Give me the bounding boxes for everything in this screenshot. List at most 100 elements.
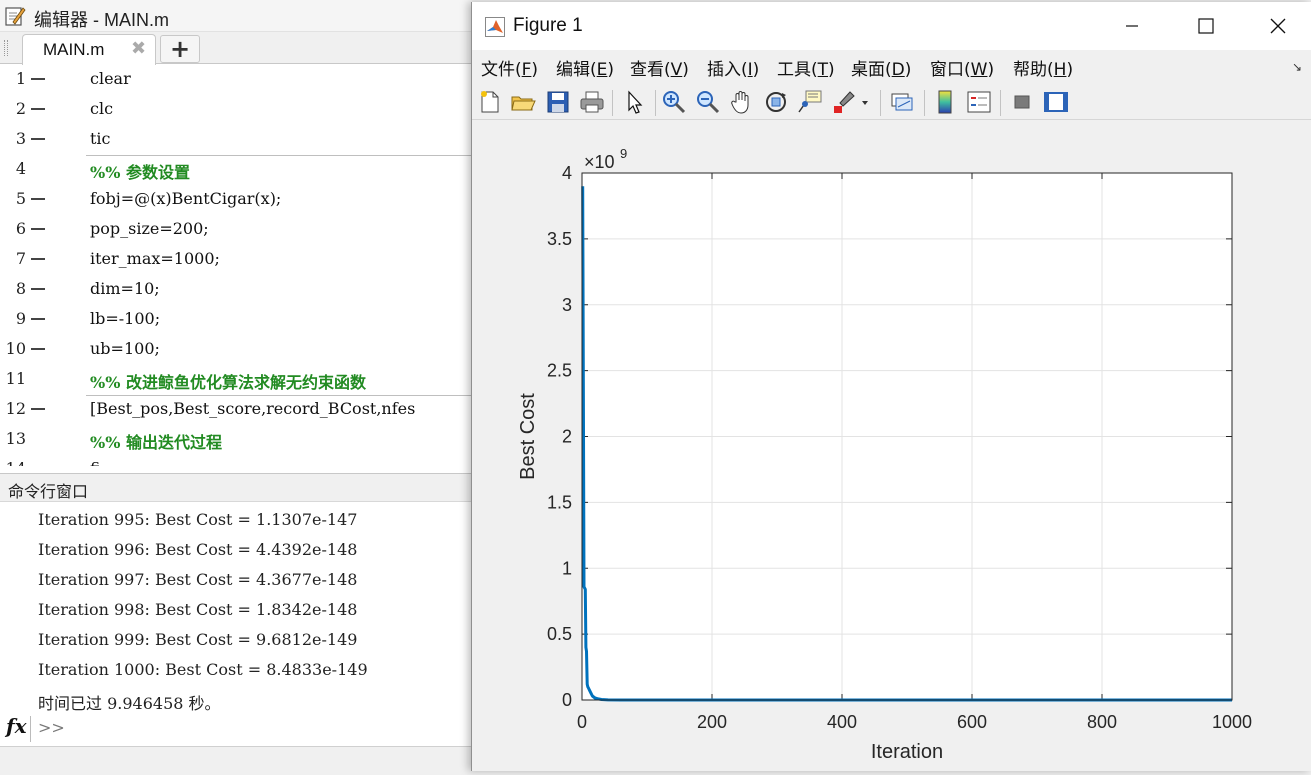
data-cursor-icon[interactable] [796, 88, 824, 116]
close-icon[interactable] [1255, 10, 1301, 42]
link-plot-icon[interactable] [888, 88, 916, 116]
x-tick-label: 600 [957, 712, 987, 732]
y-tick-label: 2 [562, 427, 572, 447]
print-icon[interactable] [578, 88, 606, 116]
menu-item[interactable]: 桌面(D) [851, 55, 911, 80]
hide-plot-tools-icon[interactable] [1008, 88, 1036, 116]
dock-arrow-icon[interactable]: ↘ [1292, 60, 1302, 74]
menu-label-tail: ) [1066, 60, 1074, 80]
menu-accelerator: D [891, 60, 905, 80]
menu-label-tail: ) [828, 60, 835, 80]
code-line[interactable]: 5 fobj=@(x)BentCigar(x); [0, 185, 472, 215]
menu-item[interactable]: 编辑(E) [556, 55, 614, 80]
code-line[interactable]: 7 iter_max=1000; [0, 245, 472, 275]
figure-menubar: ↘ 文件(F) 编辑(E) 查看(V) 插入(I) 工具(T) 桌面(D) 窗口(W) 帮助(… [472, 50, 1311, 82]
line-number: 10 [5, 339, 26, 358]
y-tick-label: 4 [562, 163, 572, 183]
rotate-3d-icon[interactable] [762, 88, 790, 116]
code-editor[interactable]: 1 clear 2 clc 3 tic 4 %% 参数设置 5 fobj=@(x)BentCiga… [0, 65, 472, 466]
code-line[interactable]: 10 ub=100; [0, 335, 472, 365]
figure-canvas[interactable]: 0 200 400 600 800 1000 0 0.5 1 1.5 2 2.5 3 3.5 4 Iterat… [472, 120, 1311, 771]
command-window-title: 命令行窗口 [8, 482, 89, 501]
breakpoint-dash[interactable] [31, 198, 45, 200]
y-axis-label: Best Cost [517, 393, 539, 480]
cell-divider [86, 155, 472, 156]
save-icon[interactable] [544, 88, 572, 116]
line-number: 9 [15, 309, 26, 328]
add-tab-button[interactable]: + [160, 35, 200, 63]
tabbar-grip[interactable] [4, 40, 8, 56]
menu-label: 文件( [481, 60, 522, 80]
code-text: iter_max=1000; [90, 249, 220, 268]
y-tick-label: 3.5 [547, 229, 572, 249]
zoom-out-icon[interactable] [694, 88, 722, 116]
code-text: fi [90, 459, 101, 466]
breakpoint-dash[interactable] [31, 258, 45, 260]
menu-accelerator: F [521, 60, 532, 80]
pan-icon[interactable] [728, 88, 756, 116]
line-number: 11 [5, 369, 26, 388]
code-line[interactable]: 1 clear [0, 65, 472, 95]
command-prompt[interactable]: >> [38, 718, 65, 737]
breakpoint-dash[interactable] [31, 348, 45, 350]
maximize-icon[interactable] [1183, 10, 1229, 42]
menu-item[interactable]: 查看(V) [630, 55, 689, 80]
code-line[interactable]: 8 dim=10; [0, 275, 472, 305]
menu-item[interactable]: 工具(T) [777, 55, 835, 80]
line-number: 2 [15, 99, 26, 118]
command-prompt-row[interactable]: fx >> [0, 712, 472, 744]
menu-label: 帮助( [1013, 60, 1054, 80]
code-line[interactable]: 13 %% 输出迭代过程 [0, 425, 472, 455]
code-line[interactable]: 6 pop_size=200; [0, 215, 472, 245]
toolbar-separator [1000, 90, 1001, 116]
figure-title: Figure 1 [513, 15, 583, 36]
menu-item[interactable]: 插入(I) [707, 55, 759, 80]
menu-label: 窗口( [930, 60, 971, 80]
edit-plot-icon[interactable] [620, 88, 648, 116]
show-plot-tools-icon[interactable] [1042, 88, 1070, 116]
menu-accelerator: T [817, 60, 829, 80]
code-line[interactable]: 9 lb=-100; [0, 305, 472, 335]
y-tick-label: 3 [562, 295, 572, 315]
minimize-icon[interactable] [1109, 10, 1155, 42]
fx-function-browser-icon[interactable]: fx [6, 714, 27, 738]
open-file-icon[interactable] [509, 88, 537, 116]
code-line[interactable]: 14 fi [0, 455, 472, 466]
code-line[interactable]: 4 %% 参数设置 [0, 155, 472, 185]
menu-accelerator: V [670, 60, 683, 80]
breakpoint-dash[interactable] [31, 78, 45, 80]
matlab-logo-icon [485, 17, 505, 37]
zoom-in-icon[interactable] [660, 88, 688, 116]
breakpoint-dash[interactable] [31, 288, 45, 290]
code-text: [Best_pos,Best_score,record_BCost,nfes [90, 399, 416, 418]
code-comment: %% 输出迭代过程 [90, 433, 222, 452]
breakpoint-dash[interactable] [31, 228, 45, 230]
code-line[interactable]: 3 tic [0, 125, 472, 155]
new-figure-icon[interactable] [476, 88, 504, 116]
brush-dropdown-icon[interactable] [860, 98, 870, 108]
brush-icon[interactable] [830, 88, 858, 116]
code-line[interactable]: 11 %% 改进鲸鱼优化算法求解无约束函数 [0, 365, 472, 395]
command-window-header: 命令行窗口 [0, 473, 472, 502]
tab-main-m[interactable]: MAIN.m ✖ [22, 34, 156, 65]
code-comment: %% 参数设置 [90, 163, 190, 182]
colorbar-icon[interactable] [931, 88, 959, 116]
menu-item[interactable]: 帮助(H) [1013, 55, 1073, 80]
line-chart[interactable]: 0 200 400 600 800 1000 0 0.5 1 1.5 2 2.5 3 3.5 4 Iterat… [472, 120, 1311, 771]
code-line[interactable]: 2 clc [0, 95, 472, 125]
menu-label: 插入( [707, 60, 748, 80]
breakpoint-dash[interactable] [31, 318, 45, 320]
command-output-line: Iteration 996: Best Cost = 4.4392e-148 [38, 540, 358, 559]
code-line[interactable]: 12 [Best_pos,Best_score,record_BCost,nfes [0, 395, 472, 425]
line-number: 8 [15, 279, 26, 298]
x-tick-label: 800 [1087, 712, 1117, 732]
breakpoint-dash[interactable] [31, 138, 45, 140]
x-tick-label: 1000 [1212, 712, 1252, 732]
legend-icon[interactable] [965, 88, 993, 116]
menu-item[interactable]: 窗口(W) [930, 55, 994, 80]
editor-app-icon [5, 7, 26, 26]
breakpoint-dash[interactable] [31, 408, 45, 410]
breakpoint-dash[interactable] [31, 108, 45, 110]
tab-close-icon[interactable]: ✖ [131, 39, 146, 59]
menu-item[interactable]: 文件(F) [481, 55, 538, 80]
